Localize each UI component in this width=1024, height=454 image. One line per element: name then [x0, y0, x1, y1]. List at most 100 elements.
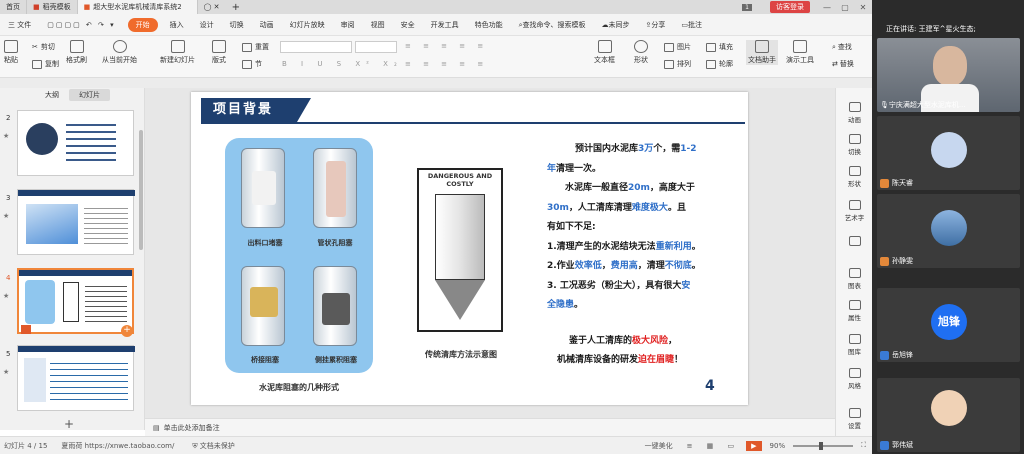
fit-window-button[interactable]: ⛶	[861, 441, 866, 450]
rail-transition[interactable]: 切换	[839, 134, 870, 156]
rail-shape[interactable]: 形状	[839, 166, 870, 188]
view-buttons[interactable]: ≡ ▦ ▭	[687, 442, 741, 450]
title-bar: 首页 ■ 稻壳模板 ■ 超大型水泥库机械清库系统2 ◯ ✕ + 1 访客登录 — ▢…	[0, 0, 872, 14]
new-tab-button[interactable]: +	[226, 0, 246, 14]
tab-document[interactable]: ■ 超大型水泥库机械清库系统2	[77, 0, 198, 14]
beautify-button[interactable]: 一键美化	[645, 441, 673, 451]
command-search[interactable]: ⌕查找命令、搜索模板	[511, 20, 594, 30]
slide-canvas[interactable]: 项目背景 出料口堵塞 管状孔阻塞 桥接阻塞 侧挂累积阻塞 水泥库阻塞的几种形式 …	[191, 92, 748, 405]
tab-slides[interactable]: 幻灯片	[69, 89, 110, 101]
copy-button[interactable]: 复制	[32, 59, 59, 69]
text-run: 预计国内水泥库	[575, 144, 639, 154]
cut-button[interactable]: ✂ 剪切	[32, 42, 55, 52]
format-painter-button[interactable]: 格式刷	[66, 40, 87, 65]
presenter-video[interactable]: 🎙 宁庆满超大型水泥库机...	[877, 38, 1020, 112]
slide-thumbnail[interactable]	[17, 345, 135, 411]
maximize-icon[interactable]: ▢	[836, 3, 854, 12]
share-button[interactable]: ⇪分享	[638, 20, 674, 30]
visitor-login-button[interactable]: 访客登录	[770, 1, 810, 13]
participant-tile[interactable]: 旭锋 岳旭锋	[877, 288, 1020, 362]
tab-home[interactable]: 首页	[0, 0, 27, 14]
textbox-button[interactable]: 文本框	[594, 40, 615, 65]
doc-helper-button[interactable]: 文档助手	[746, 40, 778, 65]
text-run: 安	[681, 280, 691, 291]
menu-review[interactable]: 审阅	[333, 20, 363, 30]
thumb-graphic	[26, 123, 58, 155]
replace-button[interactable]: ⇄ 替换	[832, 59, 854, 69]
arrange-button[interactable]: 排列	[664, 59, 691, 69]
tab-docer[interactable]: ■ 稻壳模板	[27, 0, 78, 14]
rail-gallery[interactable]: 图库	[839, 334, 870, 356]
section-button[interactable]: 节	[242, 59, 262, 69]
minimize-icon[interactable]: —	[818, 3, 836, 12]
reset-button[interactable]: 重置	[242, 42, 269, 52]
zoom-slider[interactable]	[793, 441, 854, 450]
participant-label: 陈天睿	[880, 178, 913, 188]
new-slide-button[interactable]: 新建幻灯片	[160, 40, 195, 65]
picture-button[interactable]: 图片	[664, 42, 691, 52]
tab-outline[interactable]: 大纲	[35, 89, 69, 101]
menu-security[interactable]: 安全	[393, 20, 423, 30]
menu-file[interactable]: 三 文件	[0, 20, 39, 30]
shape-button[interactable]: 形状	[634, 40, 648, 65]
thumb-play-icon[interactable]	[21, 325, 31, 334]
menu-animation[interactable]: 动画	[252, 20, 282, 30]
thumb-figure	[24, 358, 46, 402]
play-slideshow-button[interactable]: ▶	[746, 440, 762, 451]
participant-tile[interactable]: 陈天睿	[877, 116, 1020, 190]
rail-style[interactable]: 风格	[839, 368, 870, 390]
notes-bar[interactable]: ▤ 单击此处添加备注	[145, 418, 835, 436]
comment-button[interactable]: ▭批注	[673, 20, 710, 30]
avatar	[931, 210, 967, 246]
rail-chart[interactable]: 图表	[839, 268, 870, 290]
font-size-select[interactable]	[355, 41, 397, 53]
text-run: 重新利用	[655, 241, 692, 252]
font-style-buttons[interactable]: B I U S X² X₂	[282, 60, 403, 68]
doc-helper-icon	[755, 40, 769, 53]
speaking-indicator: 正在讲话: 王建军^星火生态;	[886, 25, 976, 33]
paragraph-buttons[interactable]: ≡ ≡ ≡ ≡ ≡	[405, 42, 488, 50]
presentation-tools-button[interactable]: 演示工具	[786, 40, 814, 65]
font-family-select[interactable]	[280, 41, 352, 53]
menu-features[interactable]: 特色功能	[467, 20, 511, 30]
outline-button[interactable]: 轮廓	[706, 59, 733, 69]
participant-tile[interactable]: 郭伟斌	[877, 378, 1020, 452]
add-slide-button[interactable]: +	[64, 417, 74, 431]
close-icon[interactable]: ✕	[854, 3, 872, 12]
paste-button[interactable]: 粘贴	[4, 40, 18, 65]
text-run: 30m	[547, 202, 569, 213]
quick-access[interactable]: ▢▢▢▢ ↶ ↷ ▾	[39, 21, 123, 29]
rail-wordart[interactable]: 艺术字	[839, 200, 870, 222]
slide-thumbnail-selected[interactable]: +	[17, 268, 134, 337]
participant-tile[interactable]: 孙静雯	[877, 194, 1020, 268]
layout-button[interactable]: 版式	[212, 40, 226, 65]
sync-status[interactable]: ☁未同步	[594, 20, 638, 30]
menu-developer[interactable]: 开发工具	[423, 20, 467, 30]
play-from-current-button[interactable]: 从当前开始	[102, 40, 137, 65]
rail-settings[interactable]: 设置	[839, 408, 870, 430]
docer-icon: ■	[33, 3, 40, 11]
align-buttons[interactable]: ≡ ≡ ≡ ≡ ≡	[405, 60, 488, 68]
menu-start[interactable]: 开始	[127, 17, 158, 32]
avatar	[931, 132, 967, 168]
doc-protection[interactable]: ⛨ 文档未保护	[192, 441, 234, 451]
menu-design[interactable]: 设计	[192, 20, 222, 30]
rail-grid[interactable]	[839, 236, 870, 248]
add-slide-icon[interactable]: +	[121, 325, 133, 337]
find-button[interactable]: ⌕ 查找	[832, 42, 852, 52]
fill-button[interactable]: 填充	[706, 42, 733, 52]
menu-view[interactable]: 视图	[363, 20, 393, 30]
slide-thumbnail[interactable]	[17, 189, 135, 255]
slide-thumbnail[interactable]	[17, 110, 134, 176]
pane-scrollbar[interactable]	[139, 130, 143, 250]
text-run: ，清理	[637, 261, 665, 271]
silo-bridge-blockage-image	[241, 266, 285, 346]
menu-transition[interactable]: 切换	[222, 20, 252, 30]
menu-insert[interactable]: 插入	[162, 20, 192, 30]
animation-icon	[848, 102, 861, 112]
menu-slideshow[interactable]: 幻灯片放映	[282, 20, 333, 30]
slide-page-number: 4	[705, 378, 715, 394]
rail-animation[interactable]: 动画	[839, 102, 870, 124]
tab-options[interactable]: ◯ ✕	[198, 0, 226, 14]
rail-properties[interactable]: 属性	[839, 300, 870, 322]
